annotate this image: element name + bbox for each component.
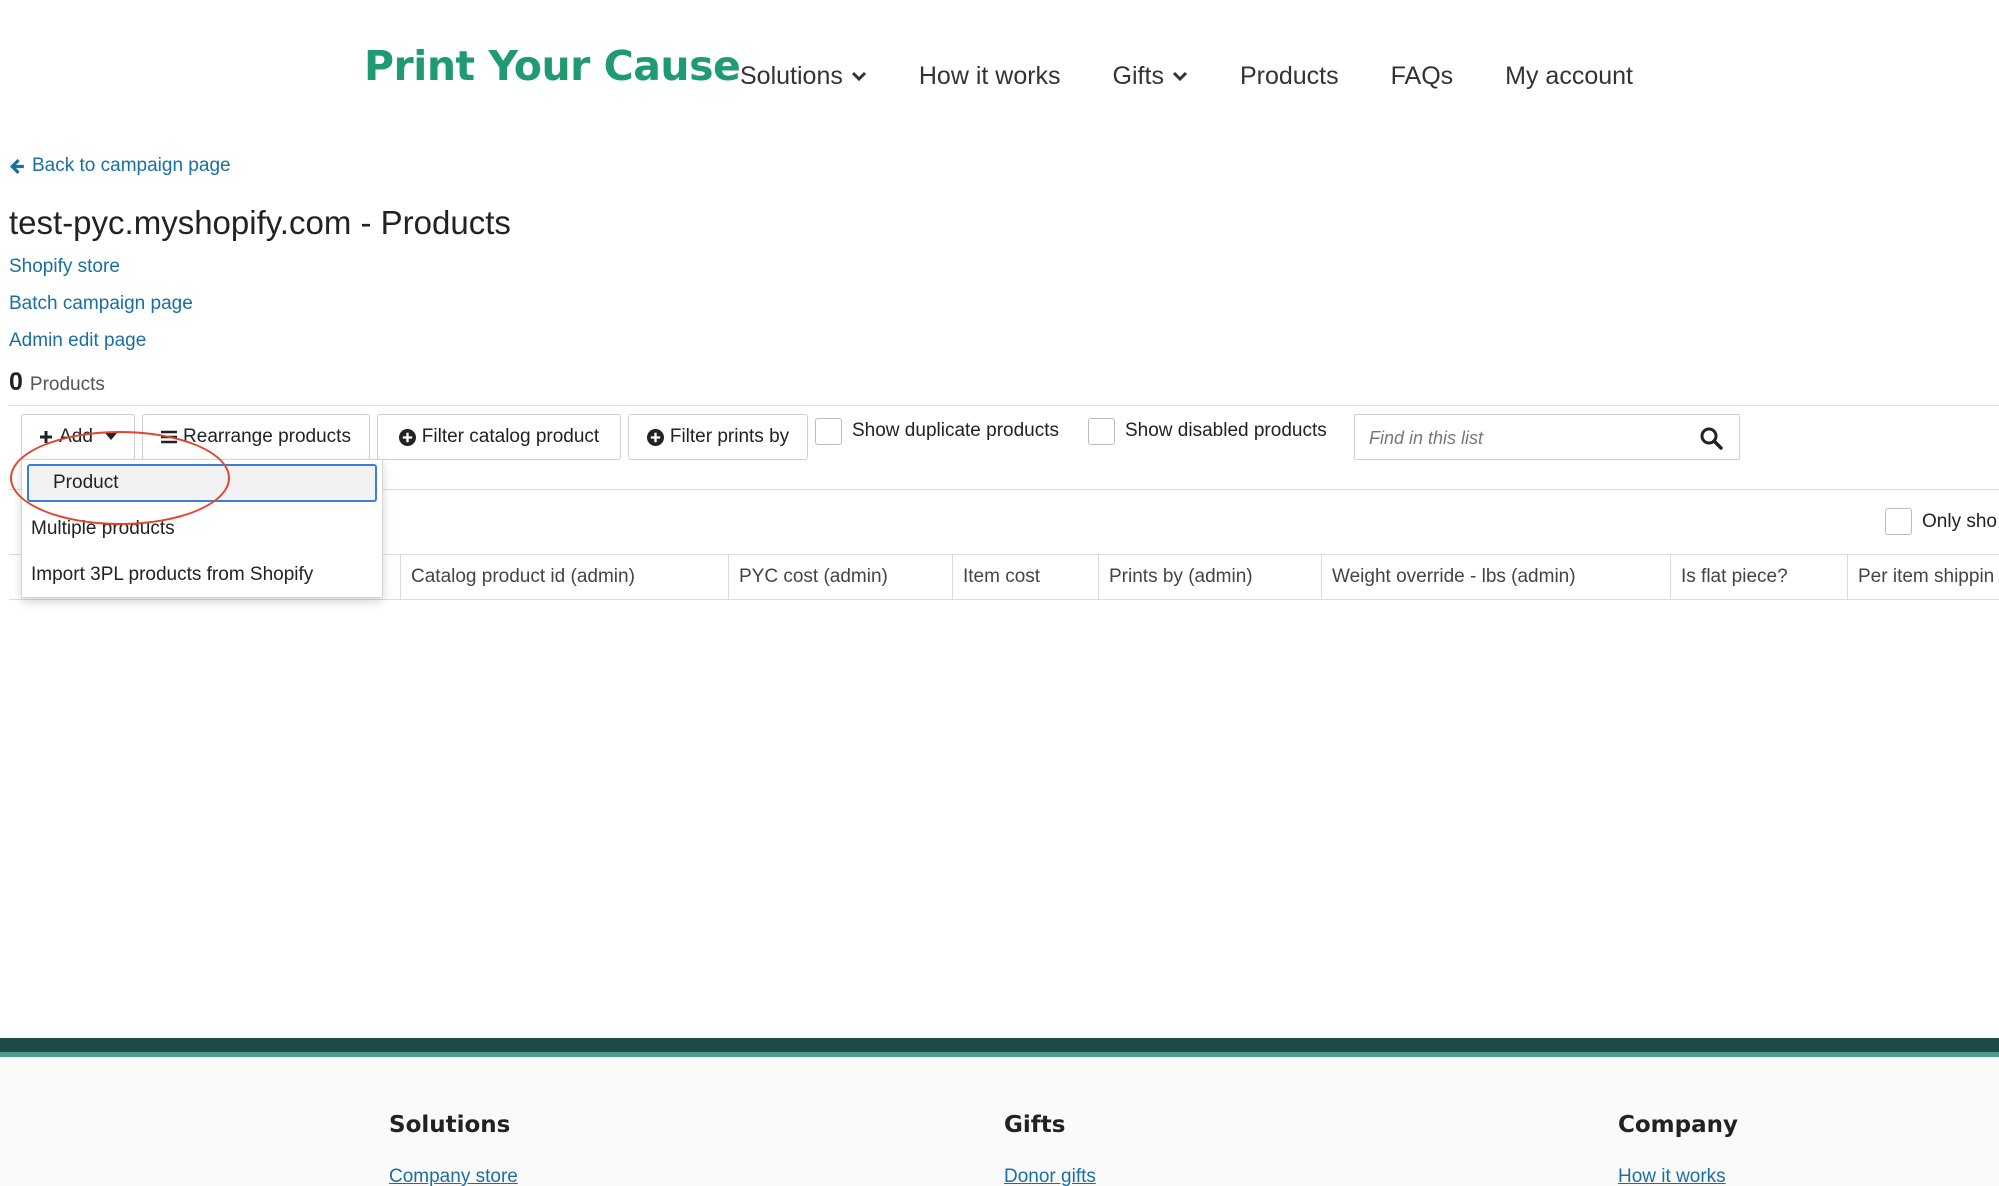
show-duplicate-checkbox[interactable]	[815, 417, 842, 445]
rearrange-products-button[interactable]: Rearrange products	[142, 414, 370, 460]
filter-prints-by-label: Filter prints by	[669, 426, 790, 447]
nav-my-account-label: My account	[1505, 61, 1633, 90]
search-box	[1354, 414, 1740, 460]
column-header-per-item-shipping[interactable]: Per item shippin	[1847, 555, 1999, 599]
footer-link-donor-gifts[interactable]: Donor gifts	[1004, 1166, 1096, 1186]
filter-catalog-product-label: Filter catalog product	[421, 426, 600, 447]
admin-edit-link[interactable]: Admin edit page	[9, 330, 146, 352]
footer-link-company-store[interactable]: Company store	[389, 1166, 518, 1186]
footer-link-how-it-works[interactable]: How it works	[1618, 1166, 1726, 1186]
show-disabled-products-toggle[interactable]: Show disabled products	[1088, 416, 1327, 446]
filter-prints-by-button[interactable]: Filter prints by	[628, 414, 808, 460]
plus-circle-icon	[646, 428, 664, 446]
product-count: 0 Products	[9, 368, 105, 397]
rearrange-products-label: Rearrange products	[183, 426, 351, 447]
column-header-prints-by[interactable]: Prints by (admin)	[1098, 555, 1321, 599]
add-menu-item-multiple-products[interactable]: Multiple products	[31, 518, 175, 540]
chevron-down-icon	[851, 71, 866, 82]
show-disabled-label: Show disabled products	[1125, 420, 1327, 441]
add-button-label: Add	[59, 426, 93, 447]
add-menu-item-product[interactable]: Product	[27, 464, 377, 502]
arrow-left-icon	[9, 158, 24, 174]
back-link-label: Back to campaign page	[32, 155, 231, 176]
show-duplicate-label: Show duplicate products	[852, 420, 1060, 441]
filter-catalog-product-button[interactable]: Filter catalog product	[377, 414, 621, 460]
site-logo[interactable]: Print Your Cause	[364, 42, 741, 90]
batch-campaign-link[interactable]: Batch campaign page	[9, 293, 193, 315]
product-count-label: Products	[29, 374, 105, 395]
nav-gifts[interactable]: Gifts	[1113, 62, 1188, 91]
footer-heading-gifts: Gifts	[1004, 1112, 1066, 1138]
search-input[interactable]	[1369, 424, 1689, 452]
only-show-label: Only sho	[1922, 510, 1997, 532]
only-show-checkbox[interactable]	[1885, 508, 1912, 535]
show-disabled-checkbox[interactable]	[1088, 417, 1115, 445]
nav-faqs-label: FAQs	[1390, 61, 1454, 90]
nav-solutions[interactable]: Solutions	[740, 62, 867, 91]
column-header-pyc-cost[interactable]: PYC cost (admin)	[728, 555, 952, 599]
nav-how-it-works[interactable]: How it works	[919, 62, 1061, 91]
search-icon[interactable]	[1699, 426, 1723, 450]
caret-down-icon	[104, 433, 117, 440]
nav-my-account[interactable]: My account	[1505, 62, 1633, 91]
column-header-catalog-product-id[interactable]: Catalog product id (admin)	[400, 555, 728, 599]
table-header-bottom-border	[9, 599, 1999, 600]
nav-how-it-works-label: How it works	[918, 61, 1061, 90]
column-header-is-flat-piece[interactable]: Is flat piece?	[1670, 555, 1847, 599]
footer-top-band	[0, 1038, 1999, 1052]
plus-circle-icon	[398, 428, 416, 446]
only-show-toggle[interactable]: Only sho	[1885, 508, 1997, 535]
main-nav: Solutions How it works Gifts Products FA…	[740, 60, 1633, 92]
divider	[9, 405, 1999, 406]
product-count-number: 0	[9, 368, 23, 396]
footer-heading-solutions: Solutions	[389, 1112, 511, 1138]
back-to-campaign-link[interactable]: Back to campaign page	[9, 155, 231, 177]
add-menu-item-import-3pl[interactable]: Import 3PL products from Shopify	[31, 564, 313, 586]
nav-faqs[interactable]: FAQs	[1391, 62, 1454, 91]
plus-icon	[40, 431, 53, 443]
nav-products-label: Products	[1239, 61, 1339, 90]
nav-gifts-label: Gifts	[1112, 61, 1164, 90]
column-header-item-cost[interactable]: Item cost	[952, 555, 1098, 599]
list-icon	[161, 430, 178, 444]
nav-solutions-label: Solutions	[740, 61, 843, 90]
page-title: test-pyc.myshopify.com - Products	[9, 204, 511, 241]
shopify-store-link[interactable]: Shopify store	[9, 256, 120, 278]
show-duplicate-products-toggle[interactable]: Show duplicate products	[815, 416, 1059, 446]
nav-products[interactable]: Products	[1240, 62, 1339, 91]
footer-heading-company: Company	[1618, 1112, 1738, 1138]
column-header-weight-override[interactable]: Weight override - lbs (admin)	[1321, 555, 1670, 599]
add-button[interactable]: Add	[21, 414, 135, 460]
chevron-down-icon	[1172, 71, 1188, 82]
